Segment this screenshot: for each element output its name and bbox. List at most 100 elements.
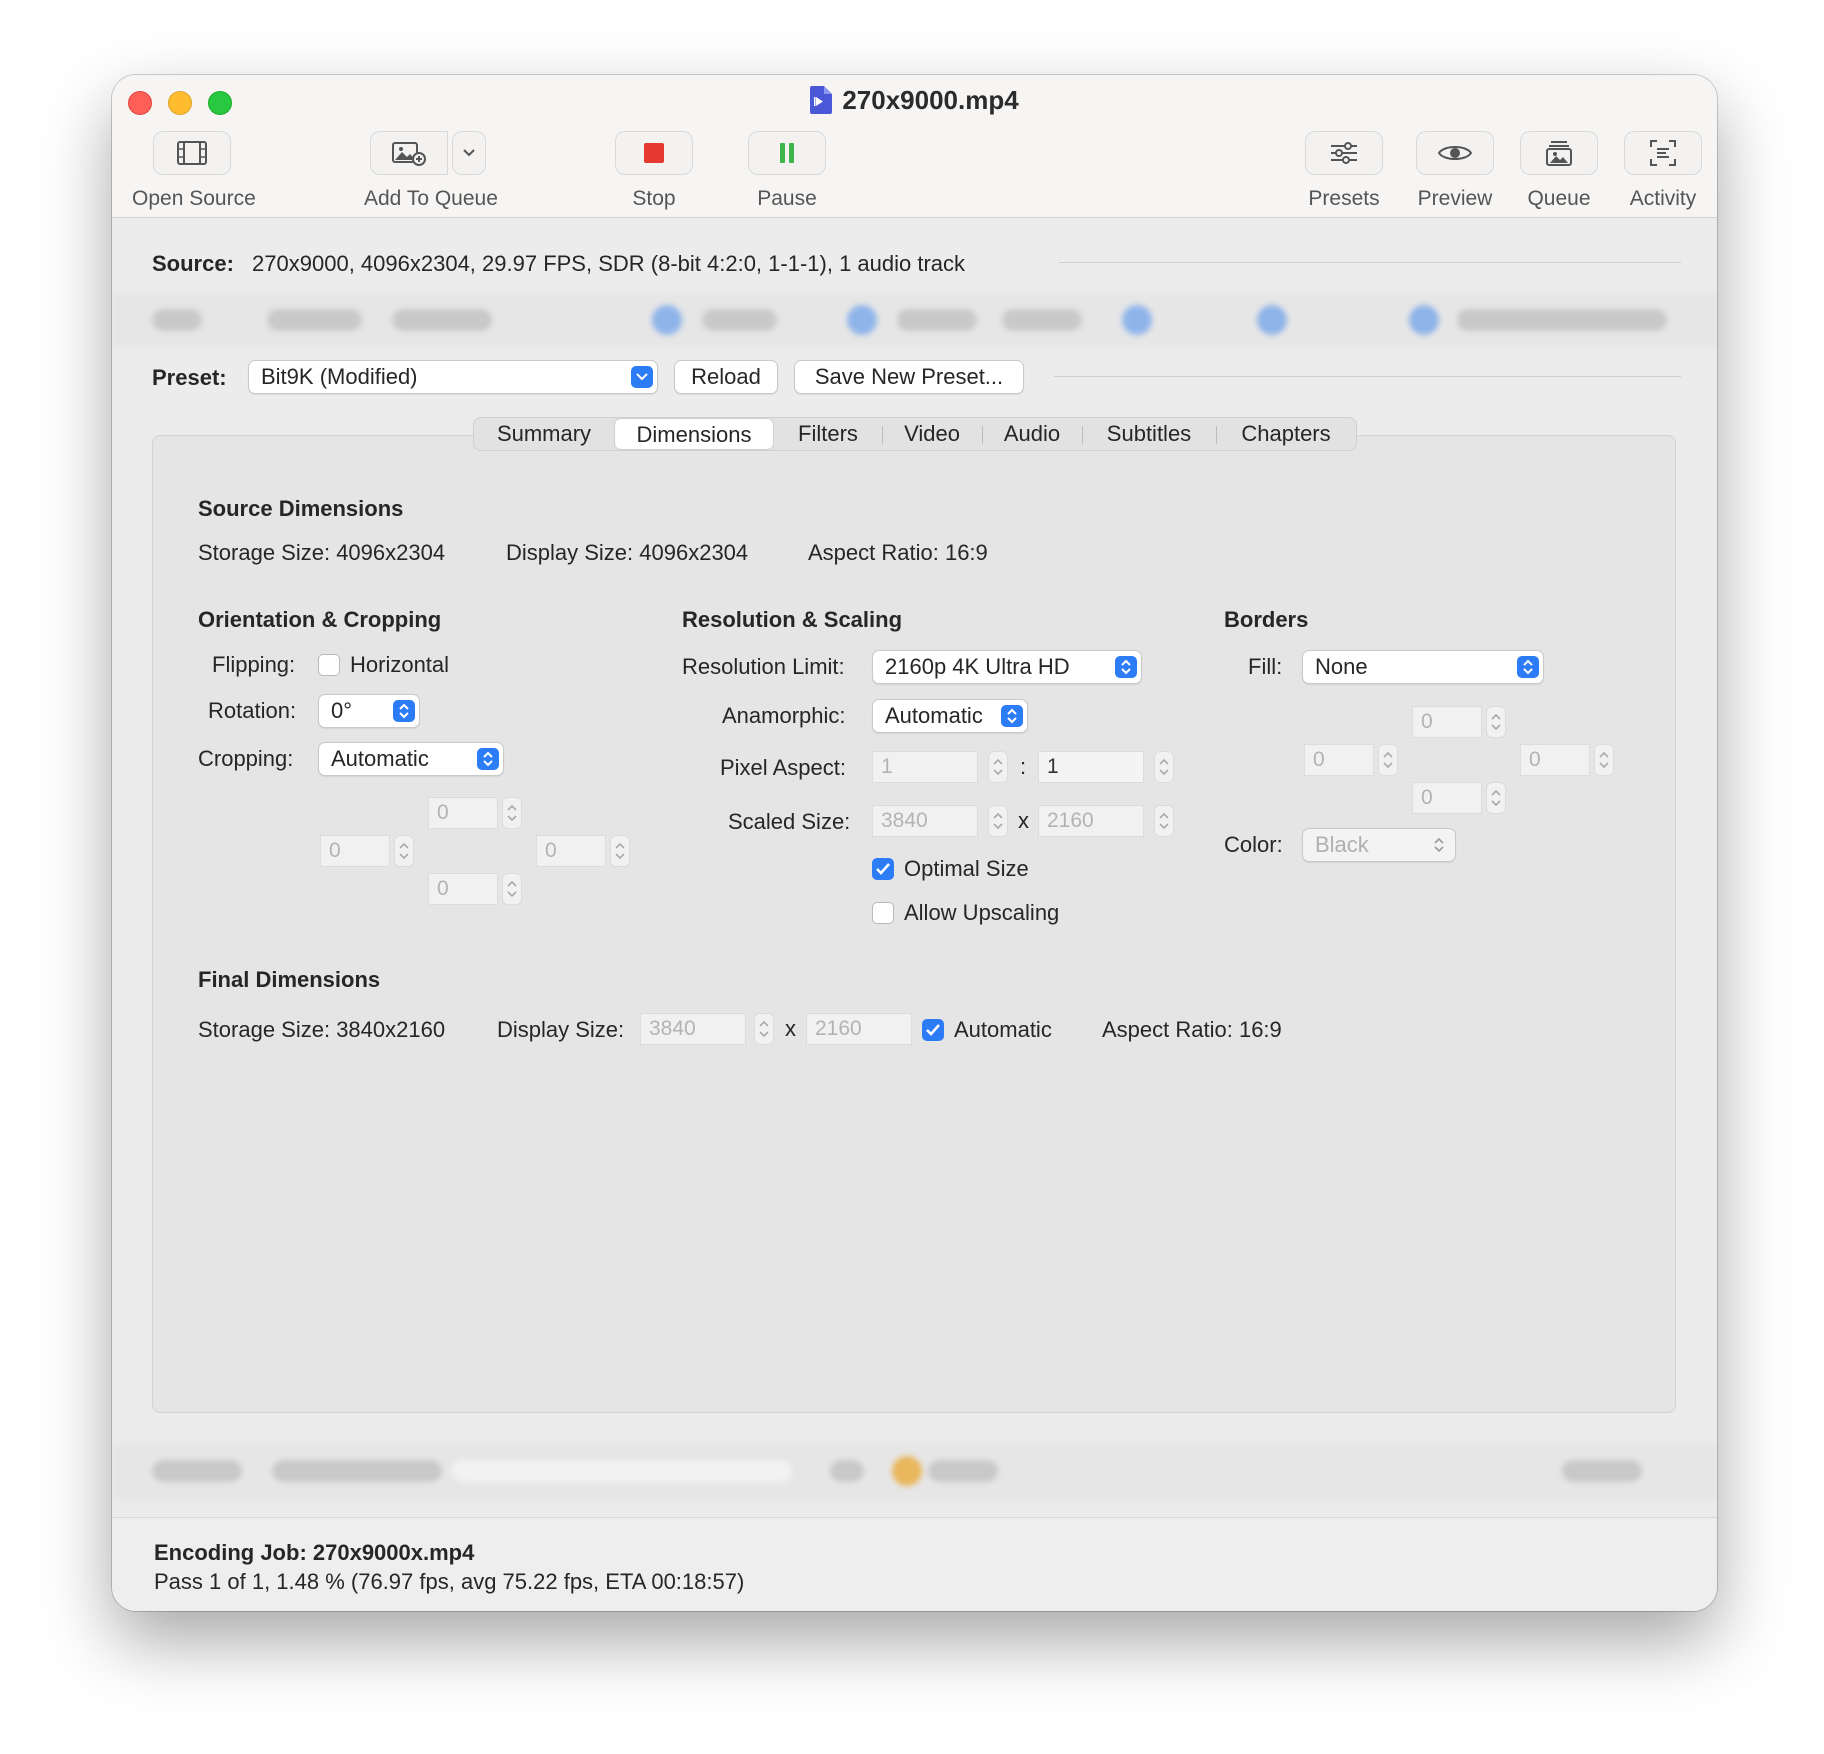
reload-button[interactable]: Reload — [674, 360, 778, 394]
source-value: 270x9000, 4096x2304, 29.97 FPS, SDR (8-b… — [252, 251, 966, 276]
crop-left-field[interactable]: 0 — [320, 835, 390, 867]
add-to-queue-menu-button[interactable] — [452, 131, 486, 175]
tab-filters[interactable]: Filters — [774, 418, 882, 450]
final-display-size-label: Display Size: — [497, 1017, 625, 1042]
border-top-stepper[interactable] — [1486, 706, 1506, 738]
preset-popup[interactable]: Bit9K (Modified) — [248, 360, 658, 394]
border-left-stepper[interactable] — [1378, 744, 1398, 776]
rotation-label: Rotation: — [208, 698, 297, 723]
cropping-value: Automatic — [331, 746, 429, 771]
rotation-popup[interactable]: 0° — [318, 694, 420, 728]
scaled-width-stepper[interactable] — [988, 805, 1008, 837]
add-to-queue-label: Add To Queue — [364, 187, 498, 210]
encoding-progress-text: Pass 1 of 1, 1.48 % (76.97 fps, avg 75.2… — [154, 1569, 745, 1594]
up-down-chevron-icon — [1434, 837, 1444, 853]
tab-subtitles[interactable]: Subtitles — [1082, 418, 1216, 450]
cropping-popup[interactable]: Automatic — [318, 742, 504, 776]
open-source-label: Open Source — [132, 187, 256, 210]
crop-right-field[interactable]: 0 — [536, 835, 606, 867]
activity-item[interactable]: Activity — [1618, 131, 1708, 211]
activity-label: Activity — [1629, 187, 1697, 210]
pause-icon — [780, 143, 794, 163]
preview-item[interactable]: Preview — [1405, 131, 1505, 211]
tab-audio[interactable]: Audio — [982, 418, 1082, 450]
cropping-label: Cropping: — [198, 746, 294, 771]
resolution-heading: Resolution & Scaling — [682, 607, 903, 632]
border-right-field[interactable]: 0 — [1520, 744, 1590, 776]
crop-left-stepper[interactable] — [394, 835, 414, 867]
resolution-limit-value: 2160p 4K Ultra HD — [885, 654, 1070, 679]
add-to-queue-item[interactable]: Add To Queue — [364, 131, 520, 211]
window-title-text: 270x9000.mp4 — [842, 85, 1019, 115]
optimal-size-label: Optimal Size — [904, 856, 1029, 881]
tab-summary[interactable]: Summary — [474, 418, 614, 450]
crop-top-field[interactable]: 0 — [428, 797, 498, 829]
final-display-width-stepper[interactable] — [754, 1013, 774, 1045]
activity-button[interactable] — [1624, 131, 1702, 175]
presets-item[interactable]: Presets — [1299, 131, 1389, 211]
pause-item[interactable]: Pause — [747, 131, 827, 211]
scaled-size-label: Scaled Size: — [728, 809, 851, 834]
scaled-height-field[interactable]: 2160 — [1038, 805, 1144, 837]
border-right-stepper[interactable] — [1594, 744, 1614, 776]
add-to-queue-button[interactable] — [370, 131, 448, 175]
crop-bottom-field[interactable]: 0 — [428, 873, 498, 905]
crop-right-stepper[interactable] — [610, 835, 630, 867]
border-bottom-field[interactable]: 0 — [1412, 782, 1482, 814]
open-source-button[interactable] — [153, 131, 231, 175]
sliders-icon — [1331, 142, 1357, 164]
tab-dimensions[interactable]: Dimensions — [614, 418, 774, 450]
stop-icon — [644, 143, 664, 163]
allow-upscaling-checkbox[interactable] — [872, 902, 894, 924]
pixel-aspect-width-stepper[interactable] — [988, 751, 1008, 783]
border-color-popup[interactable]: Black — [1302, 828, 1456, 862]
pixel-aspect-height-stepper[interactable] — [1154, 751, 1174, 783]
optimal-size-checkbox[interactable] — [872, 858, 894, 880]
horizontal-flip-checkbox[interactable] — [318, 654, 340, 676]
border-left-field[interactable]: 0 — [1304, 744, 1374, 776]
checkmark-icon — [926, 1024, 940, 1036]
checkmark-icon — [876, 863, 890, 875]
presets-button[interactable] — [1305, 131, 1383, 175]
preview-button[interactable] — [1416, 131, 1494, 175]
resolution-limit-popup[interactable]: 2160p 4K Ultra HD — [872, 650, 1142, 684]
crop-bottom-stepper[interactable] — [502, 873, 522, 905]
stop-label: Stop — [632, 187, 676, 210]
scaled-height-stepper[interactable] — [1154, 805, 1174, 837]
border-bottom-stepper[interactable] — [1486, 782, 1506, 814]
border-color-value: Black — [1315, 832, 1369, 857]
source-storage-size: Storage Size: 4096x2304 — [198, 540, 446, 565]
queue-button[interactable] — [1520, 131, 1598, 175]
tab-video[interactable]: Video — [882, 418, 982, 450]
horizontal-label: Horizontal — [350, 652, 450, 677]
queue-item[interactable]: Queue — [1514, 131, 1604, 211]
border-top-field[interactable]: 0 — [1412, 706, 1482, 738]
main-window: 270x9000.mp4 Open Source Add To Queue St… — [112, 75, 1717, 1611]
final-automatic-checkbox[interactable] — [922, 1019, 944, 1041]
color-label: Color: — [1224, 832, 1283, 857]
pixel-aspect-label: Pixel Aspect: — [720, 755, 846, 780]
stop-button[interactable] — [615, 131, 693, 175]
preset-label: Preset: — [152, 365, 227, 390]
fill-value: None — [1315, 654, 1368, 679]
anamorphic-popup[interactable]: Automatic — [872, 699, 1028, 733]
encoding-job-label: Encoding Job: 270x9000x.mp4 — [154, 1540, 475, 1565]
final-display-height-field[interactable]: 2160 — [806, 1013, 912, 1045]
tab-chapters[interactable]: Chapters — [1216, 418, 1356, 450]
up-down-chevron-icon — [1001, 705, 1023, 727]
stop-item[interactable]: Stop — [614, 131, 694, 211]
tab-bar: Summary Dimensions Filters Video Audio S… — [473, 417, 1357, 451]
final-display-width-field[interactable]: 3840 — [640, 1013, 746, 1045]
pixel-aspect-height-field[interactable]: 1 — [1038, 751, 1144, 783]
crop-top-stepper[interactable] — [502, 797, 522, 829]
fill-popup[interactable]: None — [1302, 650, 1544, 684]
save-new-preset-button[interactable]: Save New Preset... — [794, 360, 1024, 394]
blurred-destination-row — [112, 1443, 1717, 1501]
open-source-item[interactable]: Open Source — [132, 131, 256, 211]
scaled-width-field[interactable]: 3840 — [872, 805, 978, 837]
chevron-down-icon — [463, 149, 475, 157]
pixel-aspect-width-field[interactable]: 1 — [872, 751, 978, 783]
up-down-chevron-icon — [1517, 656, 1539, 678]
final-automatic-label: Automatic — [954, 1017, 1052, 1042]
pause-button[interactable] — [748, 131, 826, 175]
